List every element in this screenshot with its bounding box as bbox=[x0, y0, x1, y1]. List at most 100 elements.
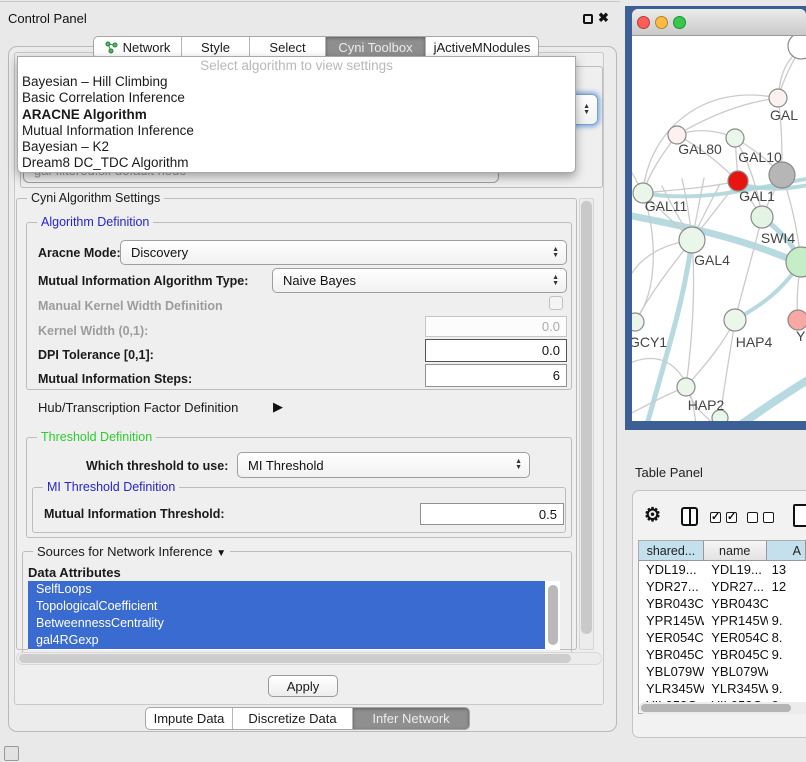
aracne-mode-value: Discovery bbox=[131, 245, 188, 260]
table-row[interactable]: YBR043CYBR043C bbox=[639, 595, 806, 612]
tab-infer-network[interactable]: Infer Network bbox=[353, 708, 469, 729]
network-node[interactable] bbox=[751, 206, 773, 228]
network-node[interactable] bbox=[677, 378, 695, 396]
algorithm-option[interactable]: Dream8 DC_TDC Algorithm bbox=[18, 155, 575, 171]
column-header-partial[interactable]: A bbox=[767, 541, 806, 560]
sources-group-title[interactable]: Sources for Network Inference ▼ bbox=[33, 544, 230, 559]
network-edge[interactable] bbox=[736, 374, 806, 421]
zoom-traffic-light[interactable] bbox=[673, 16, 686, 29]
checked-checkbox-icon-2[interactable] bbox=[726, 512, 737, 523]
settings-vscrollbar-thumb[interactable] bbox=[581, 201, 592, 634]
manual-kernel-checkbox[interactable] bbox=[549, 296, 563, 310]
checked-checkbox-icon-1[interactable] bbox=[710, 512, 721, 523]
chevron-updown-icon: ▲▼ bbox=[552, 247, 559, 259]
which-threshold-combobox[interactable]: MI Threshold ▲▼ bbox=[237, 452, 530, 478]
hub-definition-label: Hub/Transcription Factor Definition bbox=[38, 400, 238, 415]
algorithm-dropdown-popup: Select algorithm to view settings Bayesi… bbox=[17, 56, 576, 173]
dpi-tolerance-label: DPI Tolerance [0,1]: bbox=[38, 348, 154, 362]
tab-discretize-data-label: Discretize Data bbox=[248, 711, 336, 726]
kernel-width-field[interactable]: 0.0 bbox=[425, 316, 567, 337]
close-icon[interactable]: ✖ bbox=[598, 10, 609, 26]
table-cell: YDR27... bbox=[639, 578, 704, 595]
aracne-mode-combobox[interactable]: Discovery ▲▼ bbox=[120, 240, 567, 265]
network-node[interactable] bbox=[788, 310, 806, 330]
mi-type-combobox[interactable]: Naive Bayes ▲▼ bbox=[272, 268, 567, 293]
network-node[interactable] bbox=[724, 309, 746, 331]
table-row[interactable]: YDR27...YDR27...12 bbox=[639, 578, 806, 595]
close-traffic-light[interactable] bbox=[637, 16, 650, 29]
minimize-traffic-light[interactable] bbox=[655, 16, 668, 29]
data-attributes-label: Data Attributes bbox=[28, 565, 121, 580]
tab-network[interactable]: Network bbox=[94, 37, 182, 58]
tab-jactivemnodules[interactable]: jActiveMNodules bbox=[426, 37, 538, 58]
mi-type-value: Naive Bayes bbox=[283, 273, 356, 288]
network-node[interactable] bbox=[788, 36, 806, 59]
network-node-label: HAP4 bbox=[736, 334, 773, 350]
table-row[interactable]: YER054CYER054C8. bbox=[639, 629, 806, 646]
tab-discretize-data[interactable]: Discretize Data bbox=[233, 708, 353, 729]
table-row[interactable]: YLR345WYLR345W9. bbox=[639, 680, 806, 697]
data-attribute-item[interactable]: SelfLoops bbox=[28, 581, 545, 598]
network-node[interactable] bbox=[679, 227, 705, 253]
network-node[interactable] bbox=[726, 129, 744, 147]
bottom-tabbar: Impute Data Discretize Data Infer Networ… bbox=[145, 707, 470, 730]
unchecked-checkbox-icon-1[interactable] bbox=[747, 512, 758, 523]
split-columns-icon[interactable] bbox=[681, 507, 698, 526]
table-cell: YBR043C bbox=[704, 595, 767, 612]
table-row[interactable]: YBL079WYBL079W bbox=[639, 663, 806, 680]
tab-impute-data[interactable]: Impute Data bbox=[146, 708, 233, 729]
gear-icon[interactable]: ⚙ bbox=[644, 504, 661, 527]
algorithm-option[interactable]: Mutual Information Inference bbox=[18, 123, 575, 139]
data-attribute-item[interactable]: gal4RGexp bbox=[28, 632, 545, 649]
data-attributes-list[interactable]: SelfLoopsTopologicalCoefficientBetweenne… bbox=[28, 581, 560, 650]
tab-network-label: Network bbox=[123, 40, 171, 55]
table-cell: YDR27... bbox=[704, 578, 767, 595]
dpi-tolerance-field[interactable]: 0.0 bbox=[425, 339, 567, 362]
algorithm-option[interactable]: Bayesian – K2 bbox=[18, 139, 575, 155]
network-edge[interactable] bbox=[677, 98, 778, 135]
column-header-shared-name[interactable]: shared... bbox=[639, 541, 704, 560]
tab-select[interactable]: Select bbox=[250, 37, 326, 58]
network-edge[interactable] bbox=[643, 181, 738, 193]
algorithm-option[interactable]: Bayesian – Hill Climbing bbox=[18, 74, 575, 90]
network-canvas[interactable]: GALGAL80GAL10GAL1GAL11SWI4GAL4GCY1HAP4YH… bbox=[632, 36, 806, 421]
float-window-icon[interactable] bbox=[583, 14, 593, 24]
data-attribute-item[interactable]: TopologicalCoefficient bbox=[28, 598, 545, 615]
list-scrollbar-thumb[interactable] bbox=[548, 585, 558, 645]
table-row[interactable]: YBR045CYBR045C9. bbox=[639, 646, 806, 663]
network-node[interactable] bbox=[786, 247, 806, 277]
table-row[interactable]: YPR145WYPR145W9. bbox=[639, 612, 806, 629]
network-node-label: GAL4 bbox=[694, 252, 730, 268]
data-attribute-item[interactable]: BetweennessCentrality bbox=[28, 615, 545, 632]
algorithm-option[interactable]: ARACNE Algorithm bbox=[18, 107, 575, 123]
mi-threshold-field[interactable]: 0.5 bbox=[420, 503, 564, 525]
sources-title-text: Sources for Network Inference bbox=[37, 544, 213, 559]
tab-style[interactable]: Style bbox=[182, 37, 250, 58]
tab-select-label: Select bbox=[269, 40, 305, 55]
network-node[interactable] bbox=[769, 89, 787, 107]
mi-steps-field[interactable]: 6 bbox=[425, 364, 567, 387]
apply-button[interactable]: Apply bbox=[268, 675, 338, 697]
document-icon[interactable] bbox=[793, 504, 806, 527]
network-node-label: GAL80 bbox=[678, 141, 722, 157]
collapse-down-icon[interactable]: ▼ bbox=[216, 548, 226, 559]
which-threshold-value: MI Threshold bbox=[248, 458, 324, 473]
network-edge[interactable] bbox=[686, 320, 735, 387]
network-window-titlebar[interactable] bbox=[632, 9, 806, 36]
table-cell: YER054C bbox=[639, 629, 704, 646]
table-hscrollbar-thumb[interactable] bbox=[641, 704, 791, 712]
column-header-name[interactable]: name bbox=[704, 541, 767, 560]
algorithm-dropdown-placeholder: Select algorithm to view settings bbox=[18, 57, 575, 74]
settings-hscrollbar-thumb[interactable] bbox=[19, 654, 571, 663]
expand-right-icon[interactable]: ▶ bbox=[273, 399, 283, 415]
unchecked-checkbox-icon-2[interactable] bbox=[763, 512, 774, 523]
network-node[interactable] bbox=[769, 162, 795, 188]
tab-cyni-toolbox[interactable]: Cyni Toolbox bbox=[326, 37, 426, 58]
network-window[interactable]: GALGAL80GAL10GAL1GAL11SWI4GAL4GCY1HAP4YH… bbox=[632, 9, 806, 421]
table-cell: YBR045C bbox=[639, 646, 704, 663]
cyni-settings-title: Cyni Algorithm Settings bbox=[27, 191, 164, 205]
table-row[interactable]: YDL19...YDL19...13 bbox=[639, 561, 806, 578]
panel-grip-icon[interactable] bbox=[4, 746, 19, 761]
algorithm-option[interactable]: Basic Correlation Inference bbox=[18, 90, 575, 106]
network-node[interactable] bbox=[632, 313, 644, 331]
